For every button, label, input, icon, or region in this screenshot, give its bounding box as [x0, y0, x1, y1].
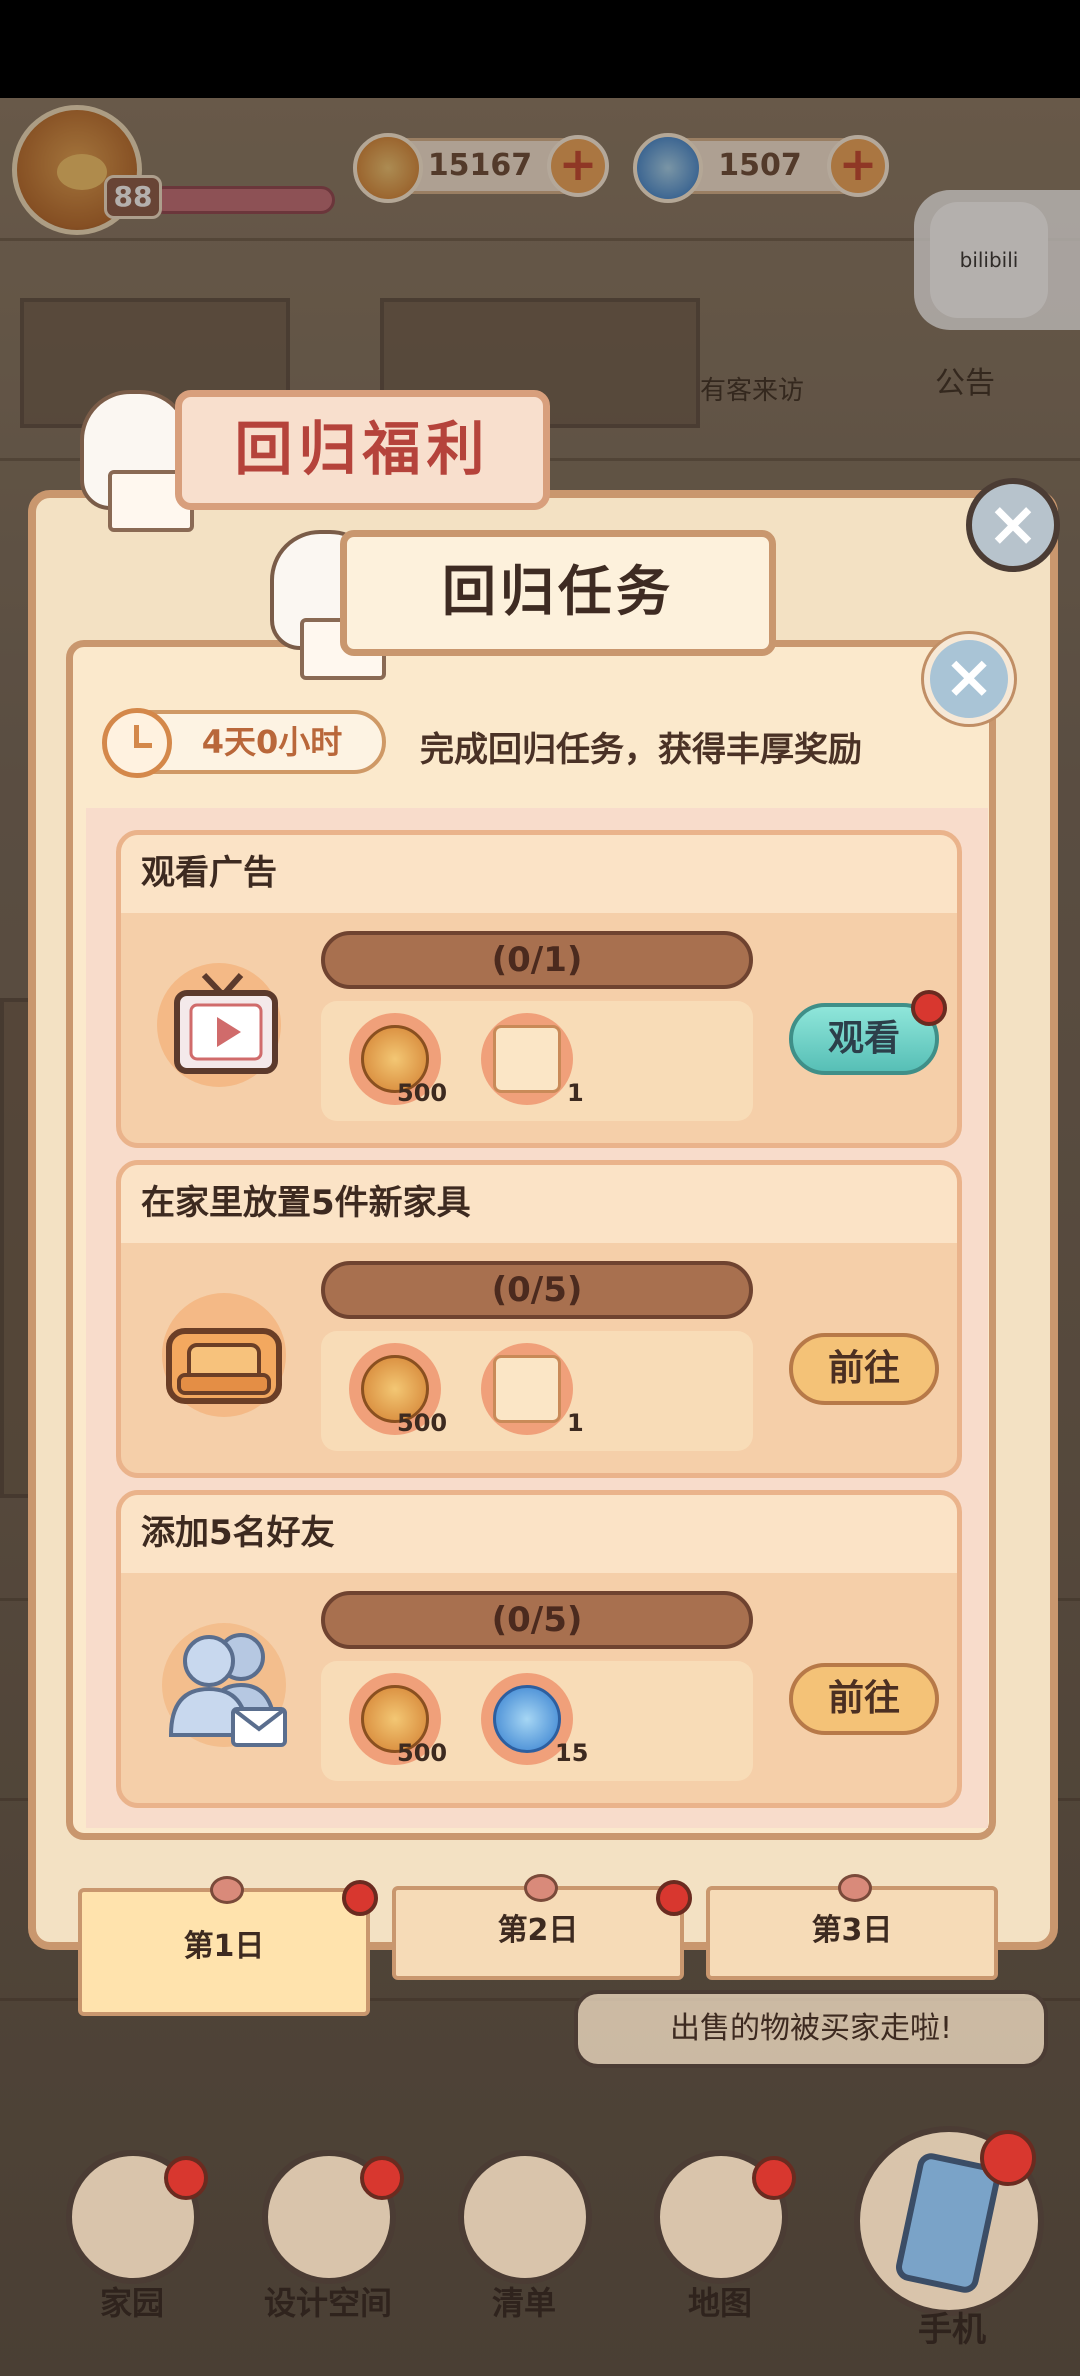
tab-day-2[interactable]: 第2日 — [392, 1874, 684, 1980]
reward-quantity: 1 — [567, 1079, 584, 1107]
task-title: 观看广告 — [141, 853, 277, 893]
clock-icon — [102, 708, 172, 778]
tv-play-icon — [149, 945, 299, 1095]
nav-label: 清单 — [491, 2284, 556, 2322]
notification-dot — [980, 2130, 1036, 2186]
reward-item[interactable]: 500 — [349, 1673, 447, 1767]
return-tasks-title: 回归任务 — [340, 530, 776, 656]
reward-list: 500 15 — [321, 1661, 753, 1781]
nav-label: 手机 — [918, 2310, 986, 2350]
reward-list: 500 1 — [321, 1001, 753, 1121]
tab-label: 第1日 — [183, 1929, 265, 1964]
notification-dot — [360, 2156, 404, 2200]
task-progress: (0/5) — [321, 1261, 753, 1319]
countdown-text: 4天0小时 — [201, 723, 343, 761]
tab-day-1[interactable]: 第1日 — [78, 1876, 370, 2016]
reward-item[interactable]: 500 — [349, 1013, 447, 1107]
reward-quantity: 15 — [555, 1739, 589, 1767]
paw-icon — [210, 1876, 244, 1904]
nav-label: 设计空间 — [263, 2284, 392, 2322]
sofa-icon — [149, 1275, 299, 1425]
sold-item-toast: 出售的物被买家走啦! — [574, 1990, 1048, 2068]
outer-close-button[interactable]: × — [966, 478, 1060, 572]
paw-icon — [524, 1874, 558, 1902]
nav-phone[interactable]: 手机 — [854, 2126, 1050, 2350]
paw-scroll-icon — [493, 1355, 561, 1423]
swirl-gem-icon — [493, 1685, 561, 1753]
countdown-timer: 4天0小时 — [102, 708, 386, 778]
notification-dot — [752, 2156, 796, 2200]
tab-label: 第3日 — [811, 1913, 893, 1948]
reward-item[interactable]: 500 — [349, 1343, 447, 1437]
paw-icon — [838, 1874, 872, 1902]
reward-quantity: 1 — [567, 1409, 584, 1437]
reward-item[interactable]: 15 — [481, 1673, 588, 1767]
reward-quantity: 500 — [397, 1079, 448, 1107]
close-button[interactable]: × — [924, 634, 1014, 724]
return-benefits-title: 回归福利 — [175, 390, 550, 510]
notification-dot — [911, 990, 947, 1026]
nav-list[interactable]: 清单 — [444, 2150, 604, 2340]
tab-label: 第2日 — [497, 1913, 579, 1948]
task-title: 添加5名好友 — [141, 1513, 335, 1553]
reward-quantity: 500 — [397, 1409, 448, 1437]
task-progress: (0/1) — [321, 931, 753, 989]
notification-dot — [164, 2156, 208, 2200]
paw-scroll-icon — [493, 1025, 561, 1093]
friends-icon — [149, 1605, 299, 1755]
task-title: 在家里放置5件新家具 — [141, 1183, 471, 1223]
task-card: 添加5名好友 (0/5) 500 15 前往 — [116, 1490, 962, 1808]
nav-label: 地图 — [687, 2284, 752, 2322]
task-card: 在家里放置5件新家具 (0/5) 500 1 前往 — [116, 1160, 962, 1478]
nav-design-space[interactable]: 设计空间 — [248, 2150, 408, 2340]
reward-quantity: 500 — [397, 1739, 448, 1767]
tab-day-3[interactable]: 第3日 — [706, 1874, 998, 1980]
notification-dot — [656, 1880, 692, 1916]
task-progress: (0/5) — [321, 1591, 753, 1649]
task-card: 观看广告 (0/1) 500 1 观看 — [116, 830, 962, 1148]
notification-dot — [342, 1880, 378, 1916]
task-list[interactable]: 观看广告 (0/1) 500 1 观看 在家里放置5件新家具 (0/5) 500… — [86, 808, 988, 1828]
status-bar — [0, 0, 1080, 98]
go-button[interactable]: 前往 — [789, 1663, 939, 1735]
tasks-subtitle: 完成回归任务，获得丰厚奖励 — [420, 730, 862, 770]
reward-item[interactable]: 1 — [481, 1343, 584, 1437]
go-button[interactable]: 前往 — [789, 1333, 939, 1405]
reward-item[interactable]: 1 — [481, 1013, 584, 1107]
checklist-icon — [458, 2150, 592, 2284]
nav-home[interactable]: 家园 — [52, 2150, 212, 2340]
reward-list: 500 1 — [321, 1331, 753, 1451]
nav-map[interactable]: 地图 — [640, 2150, 800, 2340]
nav-label: 家园 — [99, 2284, 164, 2322]
